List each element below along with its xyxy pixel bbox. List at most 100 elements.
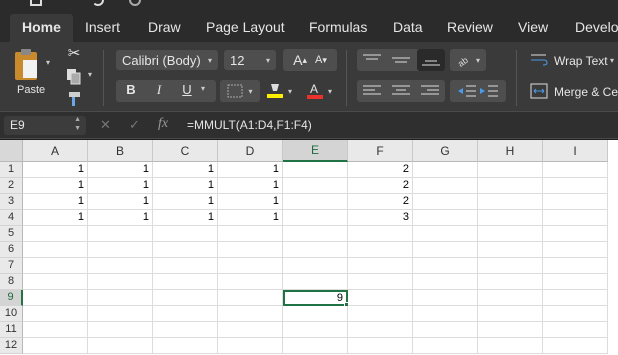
name-box-stepper-icon[interactable]: ▲ ▼: [74, 115, 81, 133]
cell-b9[interactable]: [88, 290, 153, 306]
cell-f2[interactable]: 2: [348, 178, 413, 194]
paste-label[interactable]: Paste: [17, 84, 45, 96]
cell-c11[interactable]: [153, 322, 218, 338]
cell-f4[interactable]: 3: [348, 210, 413, 226]
cell-a2[interactable]: 1: [23, 178, 88, 194]
cell-b6[interactable]: [88, 242, 153, 258]
worksheet-grid[interactable]: ABCDEFGHI1111122111123111124111135678991…: [0, 140, 618, 355]
row-header-10[interactable]: 10: [0, 306, 23, 322]
cell-c3[interactable]: 1: [153, 194, 218, 210]
copy-icon[interactable]: [65, 67, 83, 85]
cell-c8[interactable]: [153, 274, 218, 290]
cell-a12[interactable]: [23, 338, 88, 354]
enter-icon[interactable]: ✓: [129, 117, 140, 133]
cell-e7[interactable]: [283, 258, 348, 274]
cell-c12[interactable]: [153, 338, 218, 354]
cell-f12[interactable]: [348, 338, 413, 354]
column-header-b[interactable]: B: [88, 140, 153, 162]
row-header-4[interactable]: 4: [0, 210, 23, 226]
cell-d6[interactable]: [218, 242, 283, 258]
cell-d11[interactable]: [218, 322, 283, 338]
tab-data[interactable]: Data: [393, 19, 423, 35]
cell-i3[interactable]: [543, 194, 608, 210]
highlight-button[interactable]: ▾: [262, 80, 296, 102]
cell-g10[interactable]: [413, 306, 478, 322]
cell-d9[interactable]: [218, 290, 283, 306]
font-color-button[interactable]: A ▾: [302, 80, 336, 102]
cell-f3[interactable]: 2: [348, 194, 413, 210]
save-icon[interactable]: [30, 0, 42, 6]
cell-g5[interactable]: [413, 226, 478, 242]
cell-i6[interactable]: [543, 242, 608, 258]
cell-d5[interactable]: [218, 226, 283, 242]
wrap-text-label[interactable]: Wrap Text: [554, 54, 608, 68]
column-header-f[interactable]: F: [348, 140, 413, 162]
cell-i5[interactable]: [543, 226, 608, 242]
cell-e2[interactable]: [283, 178, 348, 194]
cell-b7[interactable]: [88, 258, 153, 274]
shrink-font-button[interactable]: A: [315, 54, 322, 66]
cell-g1[interactable]: [413, 162, 478, 178]
cell-a9[interactable]: [23, 290, 88, 306]
wrap-text-icon[interactable]: [530, 53, 548, 67]
cell-h9[interactable]: [478, 290, 543, 306]
bold-button[interactable]: B: [121, 82, 141, 97]
cell-c5[interactable]: [153, 226, 218, 242]
align-middle-icon[interactable]: [390, 53, 412, 67]
cell-i7[interactable]: [543, 258, 608, 274]
cell-b11[interactable]: [88, 322, 153, 338]
select-all-corner[interactable]: [0, 140, 23, 162]
cell-b1[interactable]: 1: [88, 162, 153, 178]
cancel-icon[interactable]: ✕: [100, 117, 111, 133]
cell-d12[interactable]: [218, 338, 283, 354]
cell-g8[interactable]: [413, 274, 478, 290]
column-header-c[interactable]: C: [153, 140, 218, 162]
cell-i10[interactable]: [543, 306, 608, 322]
cell-h6[interactable]: [478, 242, 543, 258]
font-name-select[interactable]: Calibri (Body) ▾: [116, 50, 218, 70]
cell-f8[interactable]: [348, 274, 413, 290]
tab-developer[interactable]: Develo: [575, 19, 618, 35]
row-header-6[interactable]: 6: [0, 242, 23, 258]
italic-button[interactable]: I: [149, 82, 169, 98]
cell-c7[interactable]: [153, 258, 218, 274]
wrap-text-dropdown-icon[interactable]: ▾: [610, 56, 614, 65]
align-bottom-button[interactable]: [417, 49, 445, 71]
redo-icon[interactable]: [129, 0, 141, 6]
cell-e8[interactable]: [283, 274, 348, 290]
tab-review[interactable]: Review: [447, 19, 493, 35]
cell-i12[interactable]: [543, 338, 608, 354]
cell-g9[interactable]: [413, 290, 478, 306]
tab-insert[interactable]: Insert: [85, 19, 120, 35]
cell-h1[interactable]: [478, 162, 543, 178]
cell-i9[interactable]: [543, 290, 608, 306]
cell-e1[interactable]: [283, 162, 348, 178]
cell-h5[interactable]: [478, 226, 543, 242]
column-header-e[interactable]: E: [283, 140, 348, 162]
cell-e5[interactable]: [283, 226, 348, 242]
cell-d7[interactable]: [218, 258, 283, 274]
row-header-7[interactable]: 7: [0, 258, 23, 274]
cell-c10[interactable]: [153, 306, 218, 322]
tab-view[interactable]: View: [518, 19, 548, 35]
column-header-g[interactable]: G: [413, 140, 478, 162]
grow-font-button[interactable]: A: [293, 52, 302, 68]
cell-i2[interactable]: [543, 178, 608, 194]
cell-e10[interactable]: [283, 306, 348, 322]
borders-button[interactable]: ▾: [220, 80, 260, 102]
cell-b12[interactable]: [88, 338, 153, 354]
column-header-h[interactable]: H: [478, 140, 543, 162]
insert-function-icon[interactable]: fx: [158, 116, 168, 132]
cell-f7[interactable]: [348, 258, 413, 274]
cell-e3[interactable]: [283, 194, 348, 210]
cell-g4[interactable]: [413, 210, 478, 226]
cell-d2[interactable]: 1: [218, 178, 283, 194]
cell-f9[interactable]: [348, 290, 413, 306]
increase-indent-icon[interactable]: [478, 84, 500, 98]
cell-c2[interactable]: 1: [153, 178, 218, 194]
align-right-icon[interactable]: [419, 84, 441, 98]
cut-icon[interactable]: ✂: [64, 44, 84, 62]
merge-center-label[interactable]: Merge & Cen: [554, 85, 618, 99]
cell-g6[interactable]: [413, 242, 478, 258]
cell-c1[interactable]: 1: [153, 162, 218, 178]
